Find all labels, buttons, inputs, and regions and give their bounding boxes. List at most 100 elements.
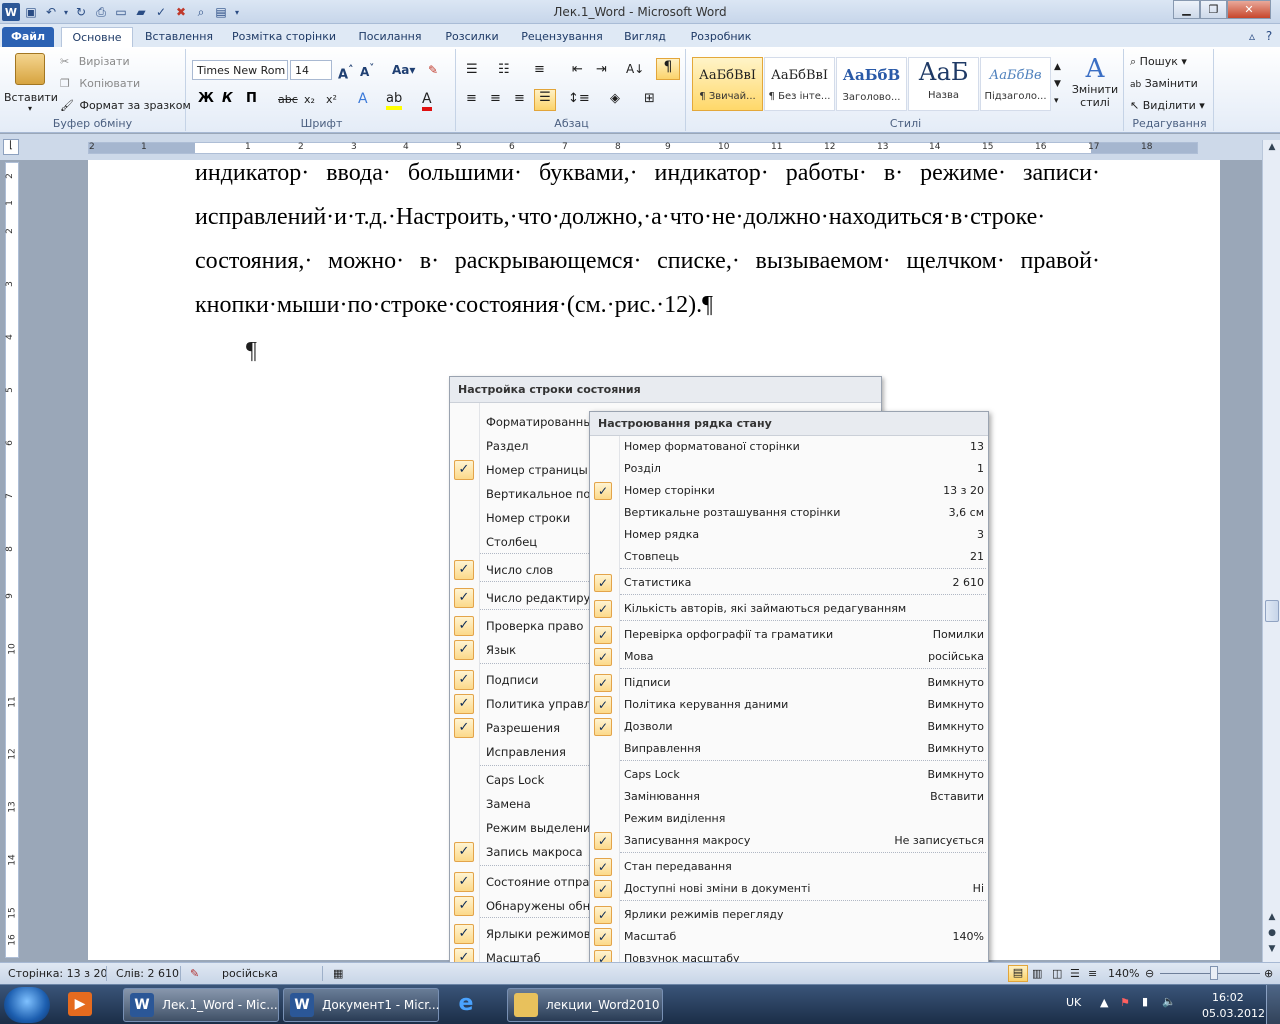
zoom-level[interactable]: 140% (1108, 967, 1139, 980)
menu-item[interactable]: ✓ Кількість авторів, які займаються редаг… (590, 598, 988, 620)
font-size-select[interactable]: 14 (290, 60, 332, 80)
web-layout-icon[interactable]: ◫ (1052, 967, 1062, 980)
text-effects-icon[interactable]: A (358, 91, 368, 107)
superscript-icon[interactable]: x² (326, 93, 337, 106)
taskbar-item-lecture[interactable]: W Лек.1_Word - Mic... (123, 988, 279, 1022)
zoom-in-icon[interactable]: ⊕ (1264, 967, 1273, 980)
justify-icon[interactable]: ☰ (534, 89, 556, 111)
internet-explorer-button[interactable]: e (448, 988, 498, 1022)
align-left-icon[interactable]: ≡ (466, 91, 477, 106)
show-desktop-button[interactable] (1266, 985, 1280, 1024)
cut-button[interactable]: ✂ Вирізати (60, 55, 130, 68)
status-page[interactable]: Сторінка: 13 з 20 (8, 967, 107, 980)
menu-item[interactable]: ✓ Масштаб 140% (590, 926, 988, 948)
scroll-up-icon[interactable]: ▲ (1265, 142, 1279, 156)
replace-button[interactable]: ab Замінити (1130, 77, 1198, 90)
outline-icon[interactable]: ☰ (1070, 967, 1080, 980)
clock-time[interactable]: 16:02 (1212, 991, 1244, 1004)
menu-item[interactable]: ✓ Мова російська (590, 646, 988, 668)
menu-item[interactable]: ✓ Ярлики режимів перегляду (590, 904, 988, 926)
font-color-icon[interactable]: A (422, 91, 432, 111)
horizontal-ruler[interactable]: 2 1 1 2 3 4 5 6 7 8 9 10 11 12 13 14 15 … (88, 142, 1198, 154)
tab-review[interactable]: Рецензування (514, 27, 610, 47)
menu-item[interactable]: Розділ 1 (590, 458, 988, 480)
change-styles-button[interactable]: A Змінити стилі (1070, 55, 1120, 109)
media-player-button[interactable]: ▶ (62, 988, 106, 1022)
macro-record-icon[interactable]: ▦ (333, 967, 343, 980)
network-icon[interactable]: ▮ (1142, 995, 1148, 1008)
strikethrough-icon[interactable]: abc (278, 93, 298, 106)
clock-date[interactable]: 05.03.2012 (1202, 1007, 1265, 1020)
scrollbar-thumb[interactable] (1265, 600, 1279, 622)
menu-item[interactable]: Виправлення Вимкнуто (590, 738, 988, 760)
format-painter-button[interactable]: 🖌 Формат за зразком (60, 99, 191, 112)
menu-item[interactable]: ✓ Підписи Вимкнуто (590, 672, 988, 694)
style-normal[interactable]: АаБбВвІ ¶ Звичай... (692, 57, 763, 111)
show-formatting-marks-button[interactable]: ¶ (656, 58, 680, 80)
print-layout-icon[interactable]: ▤ (1008, 965, 1028, 982)
underline-icon[interactable]: П (246, 91, 257, 106)
menu-item[interactable]: Caps Lock Вимкнуто (590, 764, 988, 786)
italic-icon[interactable]: К (222, 91, 233, 106)
font-name-select[interactable]: Times New Rom (192, 60, 288, 80)
zoom-slider-thumb[interactable] (1210, 966, 1218, 980)
select-button[interactable]: ↖ Виділити ▾ (1130, 99, 1205, 112)
action-center-icon[interactable]: ⚑ (1120, 996, 1130, 1009)
multilevel-list-icon[interactable]: ≡ (534, 62, 545, 77)
sort-icon[interactable]: A↓ (626, 62, 644, 76)
style-title[interactable]: АаБ Назва (908, 57, 979, 111)
menu-item[interactable]: Режим виділення (590, 808, 988, 830)
full-screen-reading-icon[interactable]: ▥ (1032, 967, 1042, 980)
status-words[interactable]: Слів: 2 610 (116, 967, 179, 980)
tab-references[interactable]: Посилання (350, 27, 430, 47)
scroll-up-icon[interactable]: ▲ (1265, 912, 1279, 926)
find-button[interactable]: ⌕ Пошук ▾ (1130, 55, 1187, 69)
numbering-icon[interactable]: ☷ (498, 62, 510, 77)
tray-expand-icon[interactable]: ▲ (1100, 996, 1108, 1009)
grow-font-icon[interactable]: A˄ (338, 63, 353, 82)
close-icon[interactable]: ✕ (1227, 0, 1271, 19)
menu-item[interactable]: Номер рядка 3 (590, 524, 988, 546)
tab-page-layout[interactable]: Розмітка сторінки (226, 27, 342, 47)
menu-item[interactable]: ✓ Політика керування даними Вимкнуто (590, 694, 988, 716)
zoom-out-icon[interactable]: ⊖ (1145, 967, 1154, 980)
style-subtitle[interactable]: АаБбВв Підзаголо... (980, 57, 1051, 111)
menu-item[interactable]: Стовпець 21 (590, 546, 988, 568)
scroll-down-icon[interactable]: ▼ (1265, 944, 1279, 958)
menu-item[interactable]: ✓ Доступні нові зміни в документі Ні (590, 878, 988, 900)
tab-file[interactable]: Файл (2, 27, 54, 47)
volume-icon[interactable]: 🔈 (1162, 995, 1176, 1008)
menu-item[interactable]: ✓ Статистика 2 610 (590, 572, 988, 594)
tab-mailings[interactable]: Розсилки (438, 27, 506, 47)
menu-item[interactable]: ✓ Дозволи Вимкнуто (590, 716, 988, 738)
change-case-icon[interactable]: Aa▾ (392, 63, 415, 77)
style-heading-1[interactable]: АаБбВ Заголово... (836, 57, 907, 111)
copy-button[interactable]: ❐ Копіювати (60, 77, 140, 90)
menu-item[interactable]: ✓ Перевірка орфографії та граматики Помилк… (590, 624, 988, 646)
line-spacing-icon[interactable]: ↕≡ (568, 91, 590, 106)
menu-item[interactable]: Номер форматованої сторінки 13 (590, 436, 988, 458)
start-button[interactable] (4, 987, 50, 1023)
tab-view[interactable]: Вигляд (618, 27, 672, 47)
shading-icon[interactable]: ◈ (610, 91, 620, 106)
tab-developer[interactable]: Розробник (680, 27, 762, 47)
increase-indent-icon[interactable]: ⇥ (596, 62, 607, 77)
language-indicator[interactable]: UK (1066, 996, 1081, 1009)
tab-insert[interactable]: Вставлення (140, 27, 218, 47)
taskbar-item-document1[interactable]: W Документ1 - Micr... (283, 988, 440, 1022)
borders-icon[interactable]: ⊞ (644, 91, 655, 106)
clear-formatting-icon[interactable]: ✎ (428, 63, 438, 77)
menu-item[interactable]: Замінювання Вставити (590, 786, 988, 808)
spelling-check-icon[interactable]: ✎ (190, 967, 199, 980)
help-icon[interactable]: ? (1260, 27, 1278, 45)
menu-item[interactable]: ✓ Записування макросу Не записується (590, 830, 988, 852)
restore-icon[interactable]: ❐ (1200, 0, 1227, 19)
style-no-spacing[interactable]: АаБбВвІ ¶ Без інте... (764, 57, 835, 111)
draft-icon[interactable]: ≡ (1088, 967, 1097, 980)
browse-object-icon[interactable]: ● (1265, 928, 1279, 942)
align-center-icon[interactable]: ≡ (490, 91, 501, 106)
taskbar-item-folder[interactable]: лекции_Word2010 (507, 988, 663, 1022)
menu-item[interactable]: ✓ Стан передавання (590, 856, 988, 878)
minimize-icon[interactable]: ▁ (1173, 0, 1200, 19)
menu-item[interactable]: Вертикальне розташування сторінки 3,6 см (590, 502, 988, 524)
